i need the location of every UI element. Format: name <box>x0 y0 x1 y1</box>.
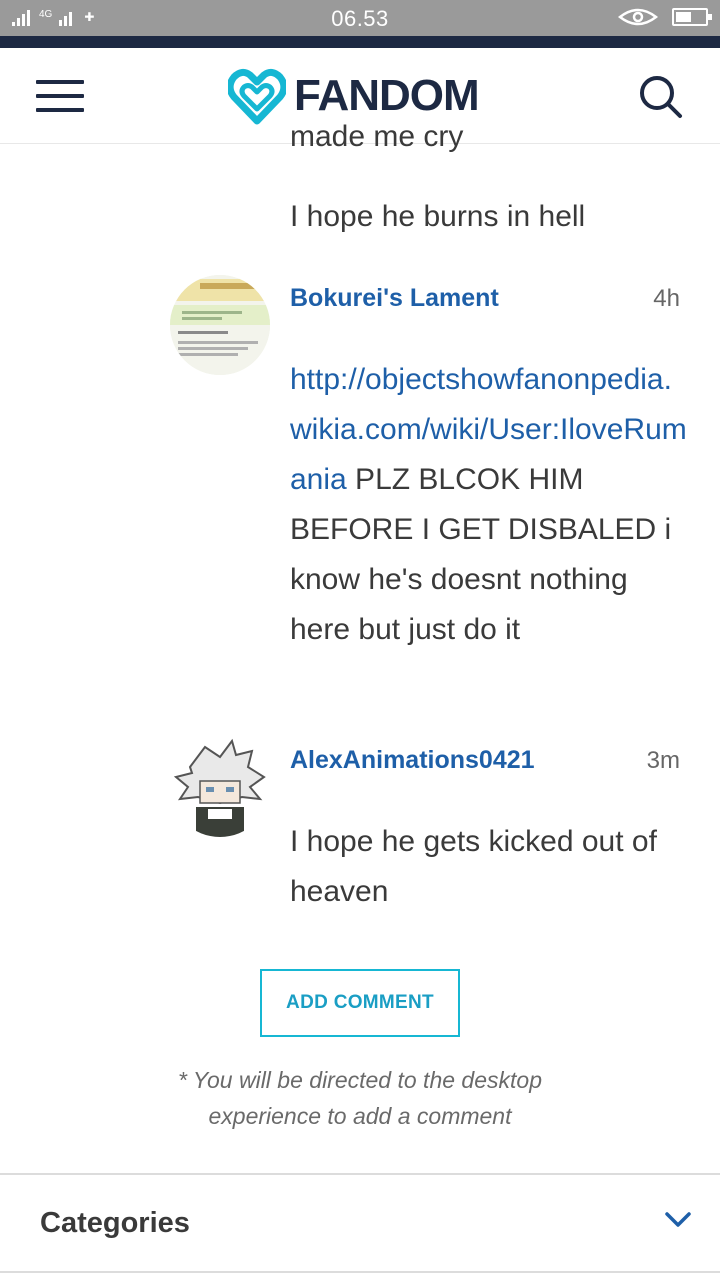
hamburger-icon[interactable] <box>36 80 84 112</box>
search-icon[interactable] <box>638 74 684 120</box>
status-bar: 4G ✚ 06.53 <box>0 0 720 36</box>
comment-message: PLZ BLCOK HIM BEFORE I GET DISBALED i kn… <box>290 463 680 646</box>
status-right <box>618 7 712 27</box>
status-time: 06.53 <box>331 6 389 31</box>
comment-text: http://objectshowfanonpedia.wikia.com/wi… <box>290 355 690 655</box>
chevron-down-icon[interactable] <box>664 1211 692 1229</box>
comment-timestamp: 3m <box>646 747 680 774</box>
fandom-logo[interactable]: FANDOM <box>228 68 480 125</box>
categories-section[interactable]: Categories <box>0 1173 720 1273</box>
brand-name: FANDOM <box>294 71 480 120</box>
comment-username[interactable]: Bokurei's Lament <box>290 284 499 313</box>
avatar[interactable] <box>170 275 270 375</box>
previous-comment-cutoff: made me cry <box>290 120 464 153</box>
desktop-redirect-note: * You will be directed to the desktop ex… <box>178 1067 542 1129</box>
avatar-pixel-character-image <box>170 737 270 837</box>
avatar[interactable] <box>170 737 270 837</box>
fandom-heart-icon <box>228 68 286 125</box>
comment-text: I hope he gets kicked out of heaven <box>290 825 657 908</box>
comment-timestamp: 4h <box>653 285 680 312</box>
avatar-screenshot-image <box>170 275 270 375</box>
comment-username[interactable]: AlexAnimations0421 <box>290 746 535 775</box>
add-comment-button[interactable]: ADD COMMENT <box>260 969 460 1037</box>
eye-icon <box>618 8 658 26</box>
previous-comment-text: I hope he burns in hell <box>290 200 586 233</box>
app-top-stripe <box>0 36 720 48</box>
battery-icon <box>672 8 712 26</box>
categories-label: Categories <box>40 1207 190 1239</box>
